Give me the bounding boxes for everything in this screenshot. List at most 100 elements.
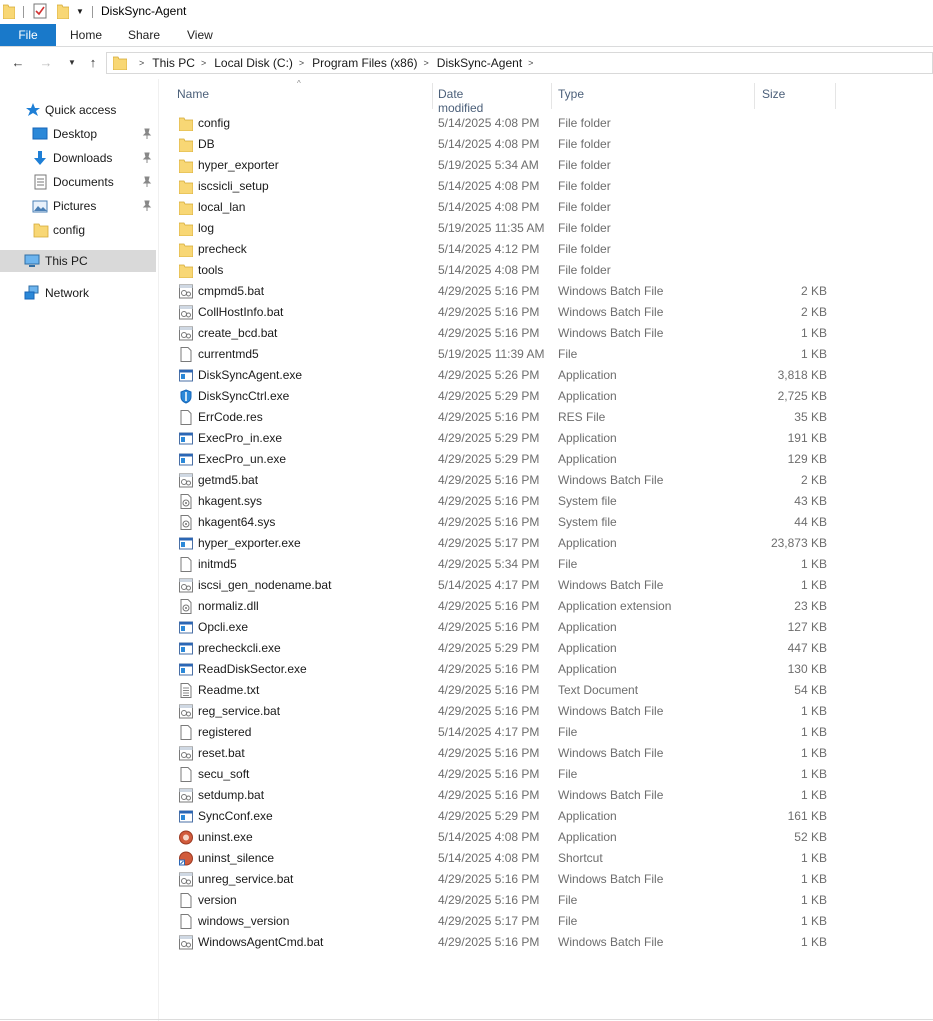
file-type: System file (558, 494, 617, 508)
file-name: Opcli.exe (198, 620, 249, 634)
folder-icon (113, 56, 127, 70)
file-size: 1 KB (800, 704, 827, 718)
file-row[interactable]: DiskSyncCtrl.exe 4/29/2025 5:29 PM Applica… (159, 386, 839, 407)
file-row[interactable]: iscsi_gen_nodename.bat 5/14/2025 4:17 PM W… (159, 575, 839, 596)
nav-pictures[interactable]: Pictures (0, 195, 156, 217)
file-row[interactable]: reset.bat 4/29/2025 5:16 PM Windows Batch … (159, 743, 839, 764)
nav-config[interactable]: config (0, 219, 156, 241)
file-name: registered (198, 725, 252, 739)
file-date: 5/19/2025 11:35 AM (438, 221, 545, 235)
customize-toolbar-dropdown-icon[interactable]: ▼ (75, 6, 85, 18)
column-divider[interactable] (835, 83, 836, 109)
column-header-date[interactable]: Date modified (438, 87, 483, 115)
nav-desktop[interactable]: Desktop (0, 123, 156, 145)
uninstaller-icon (179, 830, 193, 845)
file-row[interactable]: CollHostInfo.bat 4/29/2025 5:16 PM Windows… (159, 302, 839, 323)
column-divider[interactable] (551, 83, 552, 109)
forward-arrow-icon[interactable]: → (38, 55, 54, 71)
file-row[interactable]: getmd5.bat 4/29/2025 5:16 PM Windows Batch… (159, 470, 839, 491)
file-row[interactable]: hkagent64.sys 4/29/2025 5:16 PM System fil… (159, 512, 839, 533)
breadcrumb-chevron-icon[interactable]: > (424, 58, 429, 68)
nav-quick-access[interactable]: Quick access (0, 99, 156, 121)
file-date: 4/29/2025 5:29 PM (438, 431, 540, 445)
nav-downloads[interactable]: Downloads (0, 147, 156, 169)
column-divider[interactable] (754, 83, 755, 109)
file-row[interactable]: ExecPro_in.exe 4/29/2025 5:29 PM Applicati… (159, 428, 839, 449)
file-row[interactable]: WindowsAgentCmd.bat 4/29/2025 5:16 PM Wind… (159, 932, 839, 953)
pictures-icon (32, 200, 48, 213)
file-row[interactable]: initmd5 4/29/2025 5:34 PM File 1 KB (159, 554, 839, 575)
file-row[interactable]: uninst_silence 5/14/2025 4:08 PM Shortcut 1… (159, 848, 839, 869)
file-row[interactable]: hyper_exporter 5/19/2025 5:34 AM File fold… (159, 155, 839, 176)
back-arrow-icon[interactable]: ← (10, 55, 26, 71)
file-row[interactable]: currentmd5 5/19/2025 11:39 AM File 1 KB (159, 344, 839, 365)
breadcrumb-chevron-icon[interactable]: > (528, 58, 533, 68)
folder-icon[interactable] (3, 4, 15, 19)
file-row[interactable]: ReadDiskSector.exe 4/29/2025 5:16 PM Appli… (159, 659, 839, 680)
pin-icon[interactable] (141, 128, 153, 140)
nav-this-pc[interactable]: This PC (0, 250, 156, 272)
column-header-size[interactable]: Size (762, 87, 785, 101)
breadcrumb-chevron-icon[interactable]: > (139, 58, 144, 68)
up-arrow-icon[interactable]: ↑ (85, 55, 101, 71)
file-type: File folder (558, 179, 611, 193)
breadcrumb-local-disk[interactable]: Local Disk (C:) (214, 56, 293, 70)
file-row[interactable]: local_lan 5/14/2025 4:08 PM File folder (159, 197, 839, 218)
breadcrumb-disksync-agent[interactable]: DiskSync-Agent (437, 56, 522, 70)
nav-network[interactable]: Network (0, 282, 156, 304)
breadcrumb-chevron-icon[interactable]: > (201, 58, 206, 68)
file-row[interactable]: version 4/29/2025 5:16 PM File 1 KB (159, 890, 839, 911)
breadcrumb-chevron-icon[interactable]: > (299, 58, 304, 68)
file-row[interactable]: hyper_exporter.exe 4/29/2025 5:17 PM Appli… (159, 533, 839, 554)
breadcrumb-program-files[interactable]: Program Files (x86) (312, 56, 417, 70)
file-row[interactable]: registered 5/14/2025 4:17 PM File 1 KB (159, 722, 839, 743)
file-row[interactable]: precheckcli.exe 4/29/2025 5:29 PM Applicat… (159, 638, 839, 659)
tab-home[interactable]: Home (70, 24, 102, 46)
file-row[interactable]: hkagent.sys 4/29/2025 5:16 PM System file 4… (159, 491, 839, 512)
file-row[interactable]: Opcli.exe 4/29/2025 5:16 PM Application 127… (159, 617, 839, 638)
properties-icon[interactable] (33, 3, 47, 19)
file-row[interactable]: reg_service.bat 4/29/2025 5:16 PM Windows … (159, 701, 839, 722)
new-folder-icon[interactable] (57, 4, 69, 19)
address-bar[interactable]: > This PC > Local Disk (C:) > Program Fi… (106, 52, 933, 74)
file-row[interactable]: precheck 5/14/2025 4:12 PM File folder (159, 239, 839, 260)
file-row[interactable]: ExecPro_un.exe 4/29/2025 5:29 PM Applicati… (159, 449, 839, 470)
file-size: 1 KB (800, 893, 827, 907)
file-type: Windows Batch File (558, 935, 664, 949)
file-row[interactable]: tools 5/14/2025 4:08 PM File folder (159, 260, 839, 281)
file-row[interactable]: SyncConf.exe 4/29/2025 5:29 PM Application… (159, 806, 839, 827)
file-name: reg_service.bat (198, 704, 281, 718)
file-row[interactable]: setdump.bat 4/29/2025 5:16 PM Windows Batc… (159, 785, 839, 806)
file-row[interactable]: DiskSyncAgent.exe 4/29/2025 5:26 PM Applic… (159, 365, 839, 386)
file-type: Windows Batch File (558, 284, 664, 298)
file-row[interactable]: secu_soft 4/29/2025 5:16 PM File 1 KB (159, 764, 839, 785)
pin-icon[interactable] (141, 200, 153, 212)
column-header-type[interactable]: Type (558, 87, 584, 101)
file-date: 4/29/2025 5:29 PM (438, 452, 540, 466)
tab-file[interactable]: File (0, 24, 56, 46)
file-row[interactable]: log 5/19/2025 11:35 AM File folder (159, 218, 839, 239)
file-row[interactable]: windows_version 4/29/2025 5:17 PM File 1 KB (159, 911, 839, 932)
file-date: 5/14/2025 4:08 PM (438, 851, 540, 865)
column-header-name[interactable]: Name (177, 87, 209, 101)
file-row[interactable]: Readme.txt 4/29/2025 5:16 PM Text Document… (159, 680, 839, 701)
pin-icon[interactable] (141, 152, 153, 164)
file-row[interactable]: create_bcd.bat 4/29/2025 5:16 PM Windows B… (159, 323, 839, 344)
pin-icon[interactable] (141, 176, 153, 188)
tab-share[interactable]: Share (128, 24, 160, 46)
file-name: precheckcli.exe (198, 641, 281, 655)
file-row[interactable]: ErrCode.res 4/29/2025 5:16 PM RES File 35 K… (159, 407, 839, 428)
recent-locations-chevron-icon[interactable]: ▼ (64, 55, 80, 71)
file-row[interactable]: cmpmd5.bat 4/29/2025 5:16 PM Windows Batch… (159, 281, 839, 302)
file-row[interactable]: normaliz.dll 4/29/2025 5:16 PM Application… (159, 596, 839, 617)
file-row[interactable]: config 5/14/2025 4:08 PM File folder (159, 113, 839, 134)
nav-documents[interactable]: Documents (0, 171, 156, 193)
file-row[interactable]: DB 5/14/2025 4:08 PM File folder (159, 134, 839, 155)
file-row[interactable]: uninst.exe 5/14/2025 4:08 PM Application 52… (159, 827, 839, 848)
breadcrumb-this-pc[interactable]: This PC (152, 56, 195, 70)
tab-view[interactable]: View (187, 24, 213, 46)
column-divider[interactable] (432, 83, 433, 109)
nav-label: Documents (53, 175, 114, 189)
file-row[interactable]: iscsicli_setup 5/14/2025 4:08 PM File fold… (159, 176, 839, 197)
file-row[interactable]: unreg_service.bat 4/29/2025 5:16 PM Window… (159, 869, 839, 890)
